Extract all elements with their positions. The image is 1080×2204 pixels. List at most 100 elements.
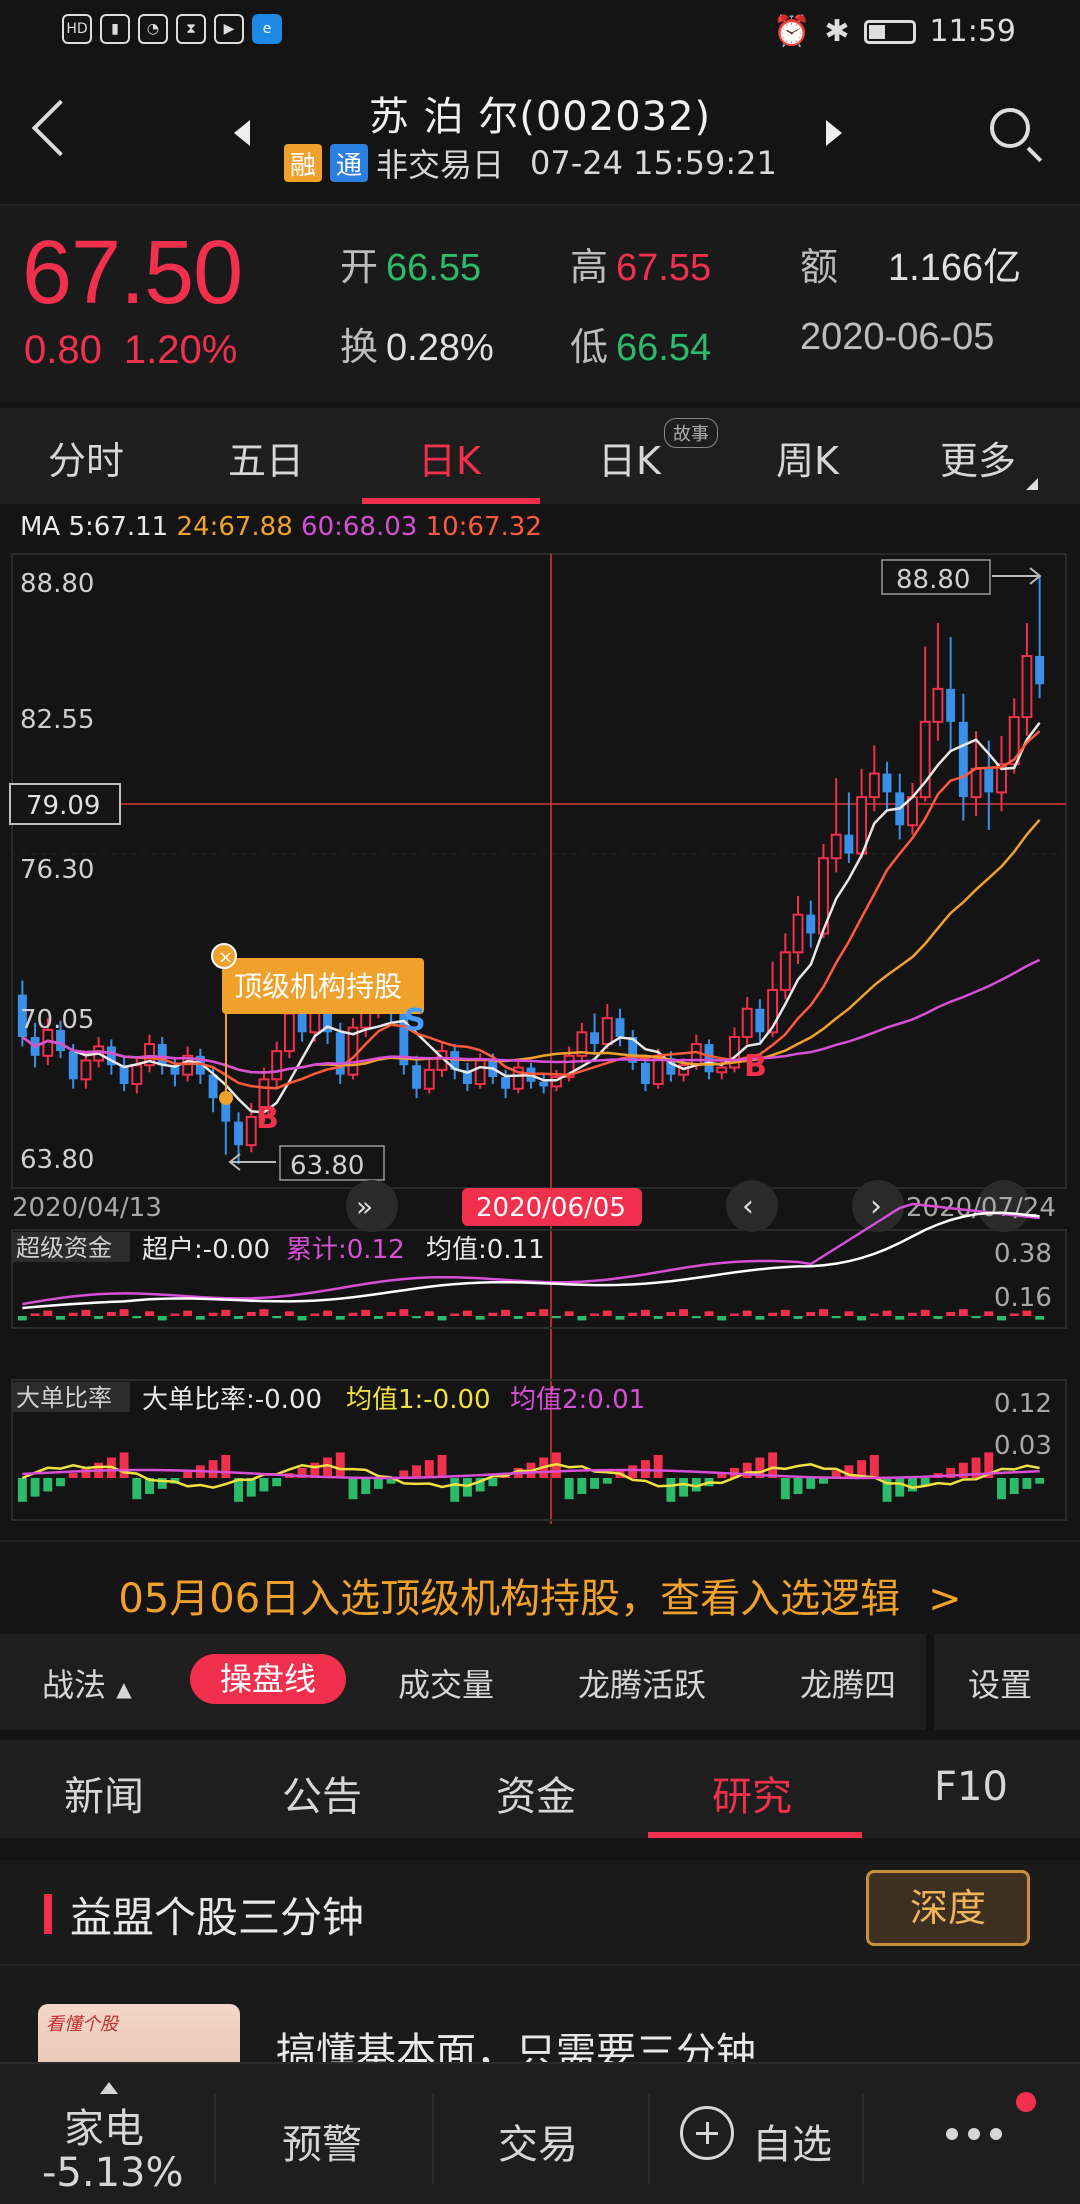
ind1-bar	[424, 1311, 434, 1316]
ind1-bar	[170, 1313, 180, 1316]
ind1-bar	[17, 1316, 27, 1321]
nav-watchlist[interactable]: 自选	[752, 2112, 832, 2170]
nav-separator	[862, 2094, 864, 2184]
ind2-ratio: 大单比率:-0.00	[142, 1385, 322, 1415]
candle-body	[690, 1043, 702, 1067]
ind1-junzhi: 均值:0.11	[426, 1235, 545, 1265]
stock-header: 苏 泊 尔(002032) 融 通 非交易日 07-24 15:59:21	[0, 64, 1080, 204]
ind1-bar	[730, 1313, 739, 1316]
chart-area[interactable]: MA 5:67.11 24:67.88 60:68.03 10:67.32 88…	[0, 504, 1080, 1534]
sector-name[interactable]: 家电	[64, 2096, 144, 2154]
candle-body	[806, 914, 816, 934]
ind1-bar	[145, 1311, 154, 1316]
tab-research[interactable]: 研究	[712, 1764, 792, 1822]
depth-button[interactable]: 深度	[866, 1870, 1030, 1946]
y-label-bottom: 63.80	[20, 1145, 94, 1175]
ma24-line	[21, 818, 1041, 1074]
tab-news[interactable]: 新闻	[64, 1764, 144, 1822]
search-icon[interactable]	[990, 108, 1030, 148]
candle-body	[844, 834, 854, 854]
ind1-bar	[653, 1316, 663, 1319]
tab-volume[interactable]: 成交量	[398, 1660, 494, 1706]
ind1-bar	[780, 1309, 790, 1316]
ind2-bar	[806, 1478, 816, 1489]
tab-five-day[interactable]: 五日	[228, 430, 304, 485]
ind1-bar	[81, 1309, 91, 1316]
ind2-y-mid: 0.03	[994, 1431, 1052, 1461]
trading-status: 非交易日	[376, 146, 505, 184]
ind2-bar	[819, 1478, 828, 1484]
candle-body	[1035, 655, 1045, 685]
ind1-bar	[551, 1316, 561, 1319]
ind2-bar	[780, 1478, 790, 1500]
ind1-bar	[819, 1309, 828, 1316]
ind2-bar	[590, 1478, 600, 1489]
bluetooth-icon: ✱	[824, 14, 850, 49]
candle-body	[1021, 654, 1033, 719]
candle-body	[755, 1008, 765, 1033]
tab-announcements[interactable]: 公告	[282, 1764, 362, 1822]
sector-expand-icon	[100, 2082, 118, 2094]
chart-period-tabs: 分时 五日 日K 日K 故事 周K 更多	[0, 408, 1080, 504]
ind2-bar	[259, 1478, 269, 1492]
ind1-bar	[412, 1316, 422, 1319]
ind2-bar	[56, 1478, 65, 1487]
ind2-bar	[488, 1478, 498, 1487]
ind1-bar	[157, 1316, 167, 1321]
ind2-avg2: 均值2:0.01	[510, 1385, 645, 1415]
ind1-bar	[272, 1316, 282, 1319]
ind1-bar	[94, 1316, 104, 1319]
tab-f10[interactable]: F10	[934, 1764, 1008, 1810]
status-bar: HD ▮ ◔ ⧗ ▶ e ⏰ ✱ 11:59	[0, 0, 1080, 64]
candle-body	[131, 1064, 143, 1086]
nav-separator	[648, 2094, 650, 2184]
section-accent-bar	[44, 1894, 52, 1934]
ind1-bar	[119, 1309, 129, 1316]
settings-button[interactable]: 设置	[968, 1660, 1032, 1706]
ind1-bar	[56, 1316, 65, 1320]
nav-separator	[214, 2094, 216, 2184]
tab-intraday[interactable]: 分时	[48, 430, 124, 485]
ind1-bar	[386, 1312, 396, 1316]
tab-trading-line[interactable]: 操盘线	[190, 1654, 346, 1704]
candle-body	[271, 1050, 283, 1081]
tab-daily-k-story[interactable]: 日K	[598, 430, 661, 485]
amount: 额 1.166亿	[800, 247, 1022, 289]
ind1-bar	[43, 1310, 53, 1316]
tab-daily-k[interactable]: 日K	[418, 430, 481, 485]
more-icon[interactable]	[946, 2128, 1002, 2140]
strategy-tab[interactable]: 战法 ▲	[42, 1660, 132, 1706]
nav-trade[interactable]: 交易	[498, 2112, 578, 2170]
add-watchlist-icon[interactable]	[680, 2106, 734, 2160]
ind2-bar	[1022, 1478, 1032, 1489]
ind1-bar	[920, 1309, 930, 1316]
candle-body	[601, 1017, 613, 1046]
ind1-leiji: 累计:0.12	[286, 1235, 405, 1265]
main-panel-frame	[11, 553, 1067, 1189]
ind1-bar	[348, 1312, 358, 1316]
info-tabs: 新闻 公告 资金 研究 F10	[0, 1740, 1080, 1838]
tab-weekly-k[interactable]: 周K	[776, 430, 839, 485]
banner-text: 05月06日入选顶级机构持股，查看入选逻辑 >	[118, 1576, 962, 1622]
ind1-bar	[806, 1312, 816, 1316]
ind1-bar	[437, 1316, 447, 1321]
buy-signal-1: B	[256, 1101, 279, 1136]
selection-banner[interactable]: 05月06日入选顶级机构持股，查看入选逻辑 >	[0, 1540, 1080, 1632]
nav-alert[interactable]: 预警	[282, 2112, 362, 2170]
ind2-bar	[335, 1452, 345, 1478]
tab-funds[interactable]: 资金	[496, 1764, 576, 1822]
tab-longteng-active[interactable]: 龙腾活跃	[578, 1660, 706, 1706]
price-change: 0.80 1.20%	[24, 328, 238, 372]
sector-change: -5.13%	[42, 2150, 184, 2196]
ind1-bar	[742, 1310, 752, 1316]
tab-more[interactable]: 更多	[940, 430, 1016, 485]
kline-chart-svg[interactable]: 88.80 82.55 79.09 76.30 70.05 63.80 88.8…	[0, 504, 1080, 1534]
candle-body	[970, 767, 982, 799]
tab-longteng-four[interactable]: 龙腾四	[800, 1660, 910, 1706]
buy-signal-2: B	[744, 1049, 767, 1084]
candle-body	[779, 951, 791, 991]
min-marker-label: 63.80	[290, 1151, 364, 1181]
low-price: 低 66.54	[570, 327, 712, 369]
next-stock-icon[interactable]	[826, 120, 842, 146]
ind1-bar	[895, 1316, 905, 1320]
